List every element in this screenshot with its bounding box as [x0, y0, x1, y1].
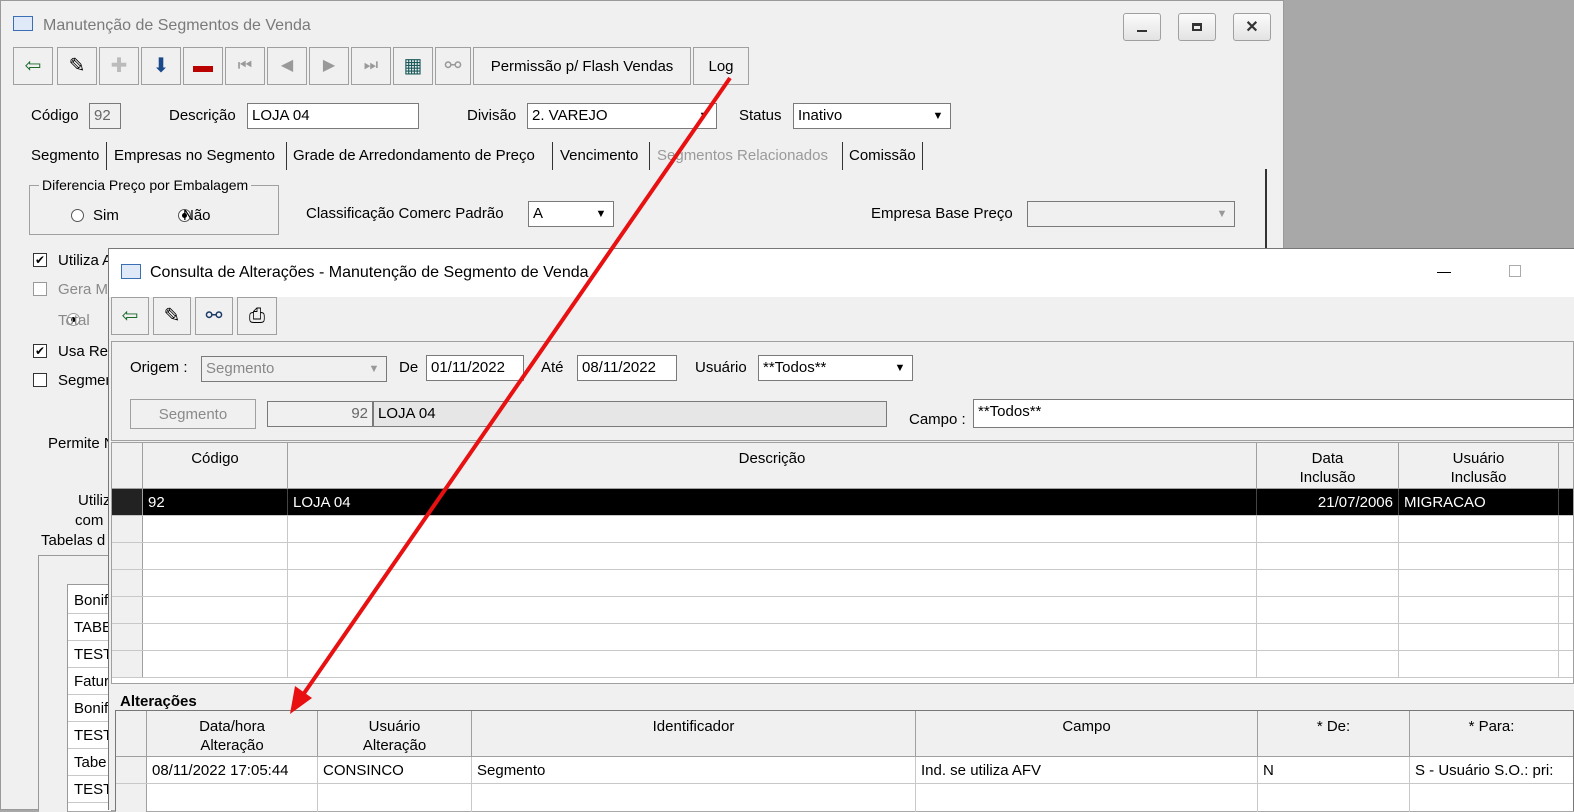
annotation-arrow [290, 76, 732, 714]
arrow-head [290, 686, 312, 714]
arrow-line [296, 76, 732, 704]
